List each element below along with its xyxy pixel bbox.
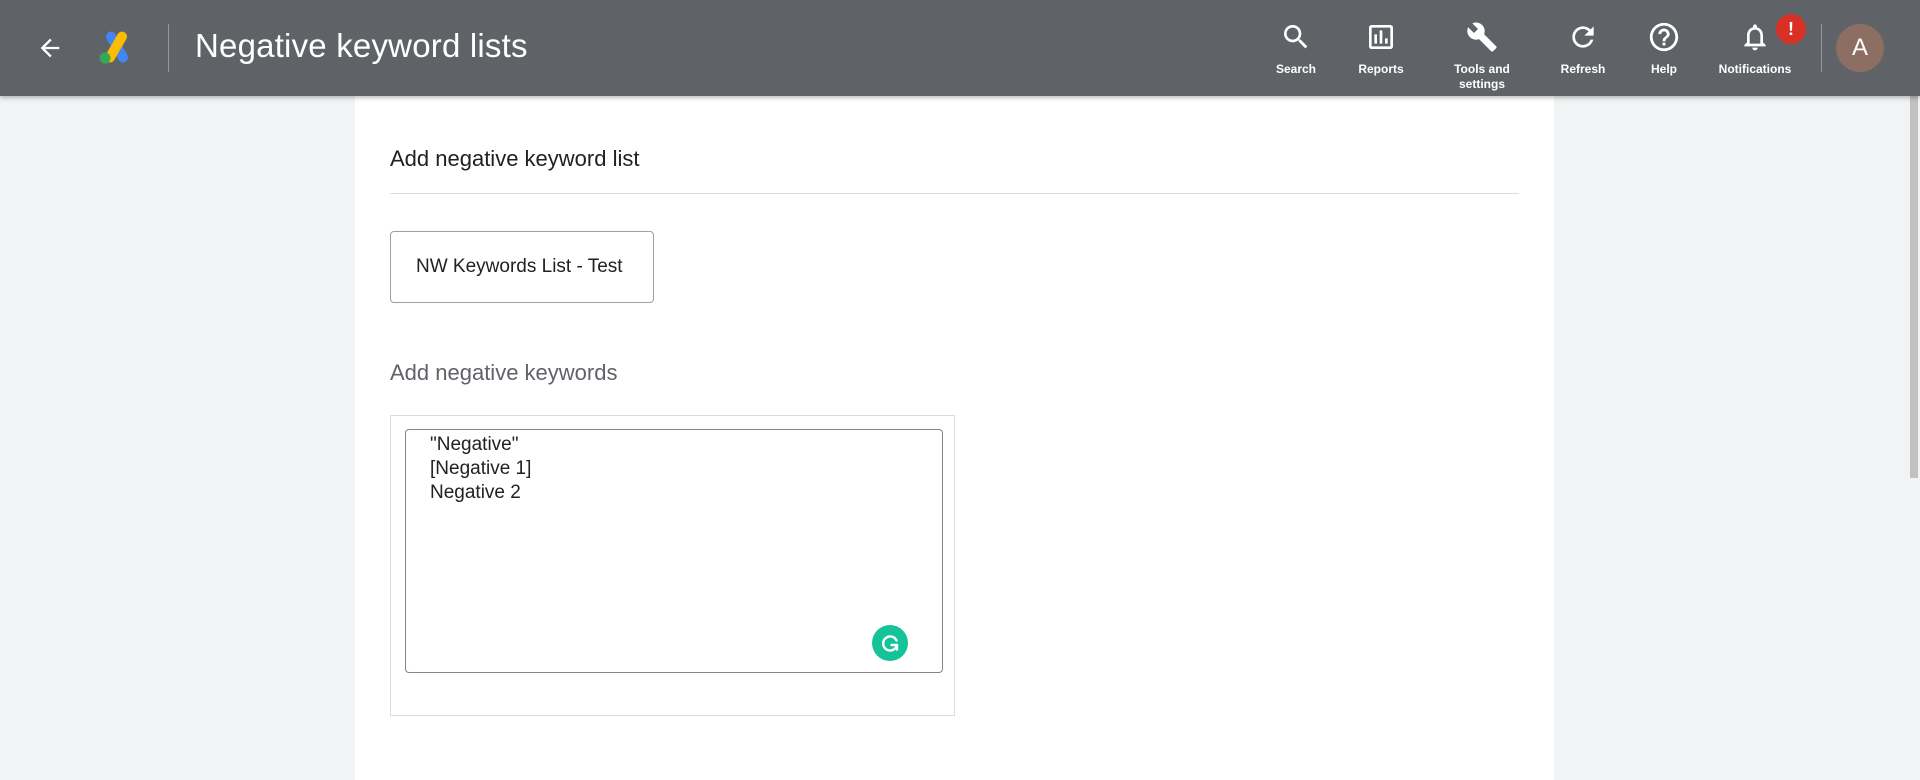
- keywords-section-title: Add negative keywords: [390, 360, 618, 385]
- help-circle-icon: [1649, 22, 1679, 52]
- help-label: Help: [1650, 62, 1677, 76]
- grammarly-icon: [882, 635, 899, 652]
- search-label: Search: [1275, 62, 1317, 76]
- page-scrollbar[interactable]: [1908, 96, 1920, 780]
- bell-icon: [1744, 24, 1766, 51]
- section-divider: [390, 193, 1519, 194]
- header-divider: [168, 24, 169, 72]
- page-title: Negative keyword lists: [195, 27, 528, 64]
- search-icon: [1284, 25, 1308, 49]
- arrow-left-icon: [40, 38, 60, 58]
- wrench-icon: [1467, 22, 1497, 52]
- top-app-bar: Negative keyword lists Search Reports To…: [0, 0, 1920, 96]
- keyword-line: Negative 2: [430, 482, 521, 503]
- back-button[interactable]: [30, 28, 70, 68]
- scrollbar-thumb[interactable]: [1910, 96, 1918, 478]
- tools-and-settings-button[interactable]: Tools and settings: [1442, 20, 1522, 96]
- notifications-label: Notifications: [1718, 62, 1792, 76]
- keyword-line: [Negative 1]: [430, 458, 532, 479]
- google-ads-logo[interactable]: [98, 31, 134, 65]
- keywords-card: "Negative" [Negative 1] Negative 2: [390, 415, 955, 716]
- keyword-line: "Negative": [430, 434, 519, 455]
- refresh-button[interactable]: Refresh: [1558, 20, 1608, 96]
- reports-button[interactable]: Reports: [1356, 20, 1406, 96]
- section-title: Add negative keyword list: [390, 146, 640, 171]
- notification-badge: !: [1776, 14, 1806, 44]
- grammarly-button[interactable]: [872, 625, 908, 661]
- account-avatar[interactable]: A: [1836, 24, 1884, 72]
- form-panel: Add negative keyword list NW Keywords Li…: [355, 96, 1554, 780]
- search-button[interactable]: Search: [1276, 20, 1316, 96]
- keywords-textarea[interactable]: "Negative" [Negative 1] Negative 2: [405, 429, 943, 673]
- tools-and-settings-label: Tools and settings: [1454, 62, 1510, 91]
- help-button[interactable]: Help: [1646, 20, 1682, 96]
- refresh-icon: [1572, 26, 1594, 48]
- reports-label: Reports: [1358, 62, 1404, 76]
- refresh-label: Refresh: [1560, 62, 1606, 76]
- list-name-input[interactable]: NW Keywords List - Test: [390, 231, 654, 303]
- notifications-button[interactable]: ! Notifications: [1718, 14, 1806, 96]
- header-divider-right: [1821, 24, 1822, 72]
- bar-chart-icon: [1369, 25, 1393, 49]
